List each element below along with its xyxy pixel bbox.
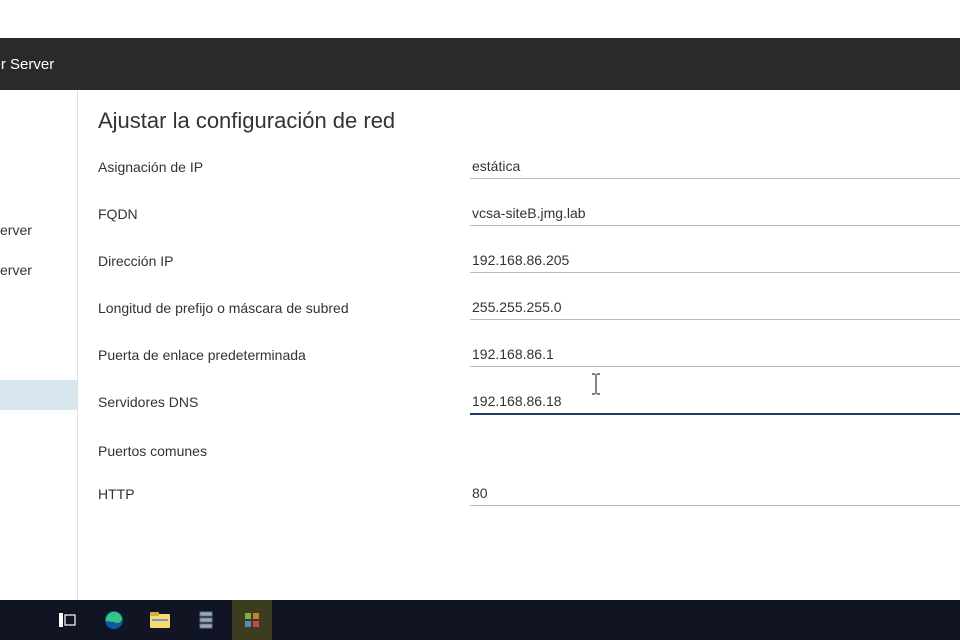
sidebar-item-label: erver [0,262,32,278]
label-http: HTTP [98,486,470,502]
row-ip-assignment: Asignación de IP [98,154,960,179]
main-area: erver erver Ajustar la configuración de … [0,90,960,600]
row-dns: Servidores DNS [98,389,960,415]
label-ip-assignment: Asignación de IP [98,159,470,175]
taskbar-vmware-icon[interactable] [232,600,272,640]
sidebar-item-1[interactable]: erver [0,250,77,290]
page-title: Ajustar la configuración de red [98,108,960,134]
input-ip-assignment[interactable] [470,154,960,179]
ports-header: Puertos comunes [98,443,960,459]
input-fqdn[interactable] [470,201,960,226]
row-http: HTTP [98,481,960,506]
row-fqdn: FQDN [98,201,960,226]
header-title: nter Server [0,56,54,73]
input-gateway[interactable] [470,342,960,367]
label-ip-address: Dirección IP [98,253,470,269]
input-prefix[interactable] [470,295,960,320]
header-bar: nter Server [0,38,960,90]
label-dns: Servidores DNS [98,394,470,410]
input-ip-address[interactable] [470,248,960,273]
taskbar-server-icon[interactable] [186,600,226,640]
label-fqdn: FQDN [98,206,470,222]
taskbar-edge-icon[interactable] [94,600,134,640]
row-ip-address: Dirección IP [98,248,960,273]
input-dns[interactable] [470,389,960,415]
content: Ajustar la configuración de red Asignaci… [78,90,960,600]
taskbar-taskview-icon[interactable] [48,600,88,640]
sidebar-item-active[interactable] [0,380,77,410]
top-spacer [0,0,960,38]
label-gateway: Puerta de enlace predeterminada [98,347,470,363]
row-prefix: Longitud de prefijo o máscara de subred [98,295,960,320]
row-gateway: Puerta de enlace predeterminada [98,342,960,367]
label-prefix: Longitud de prefijo o máscara de subred [98,300,470,316]
sidebar-item-0[interactable]: erver [0,210,77,250]
taskbar [0,600,960,640]
sidebar: erver erver [0,90,78,600]
input-http[interactable] [470,481,960,506]
taskbar-explorer-icon[interactable] [140,600,180,640]
sidebar-item-label: erver [0,222,32,238]
